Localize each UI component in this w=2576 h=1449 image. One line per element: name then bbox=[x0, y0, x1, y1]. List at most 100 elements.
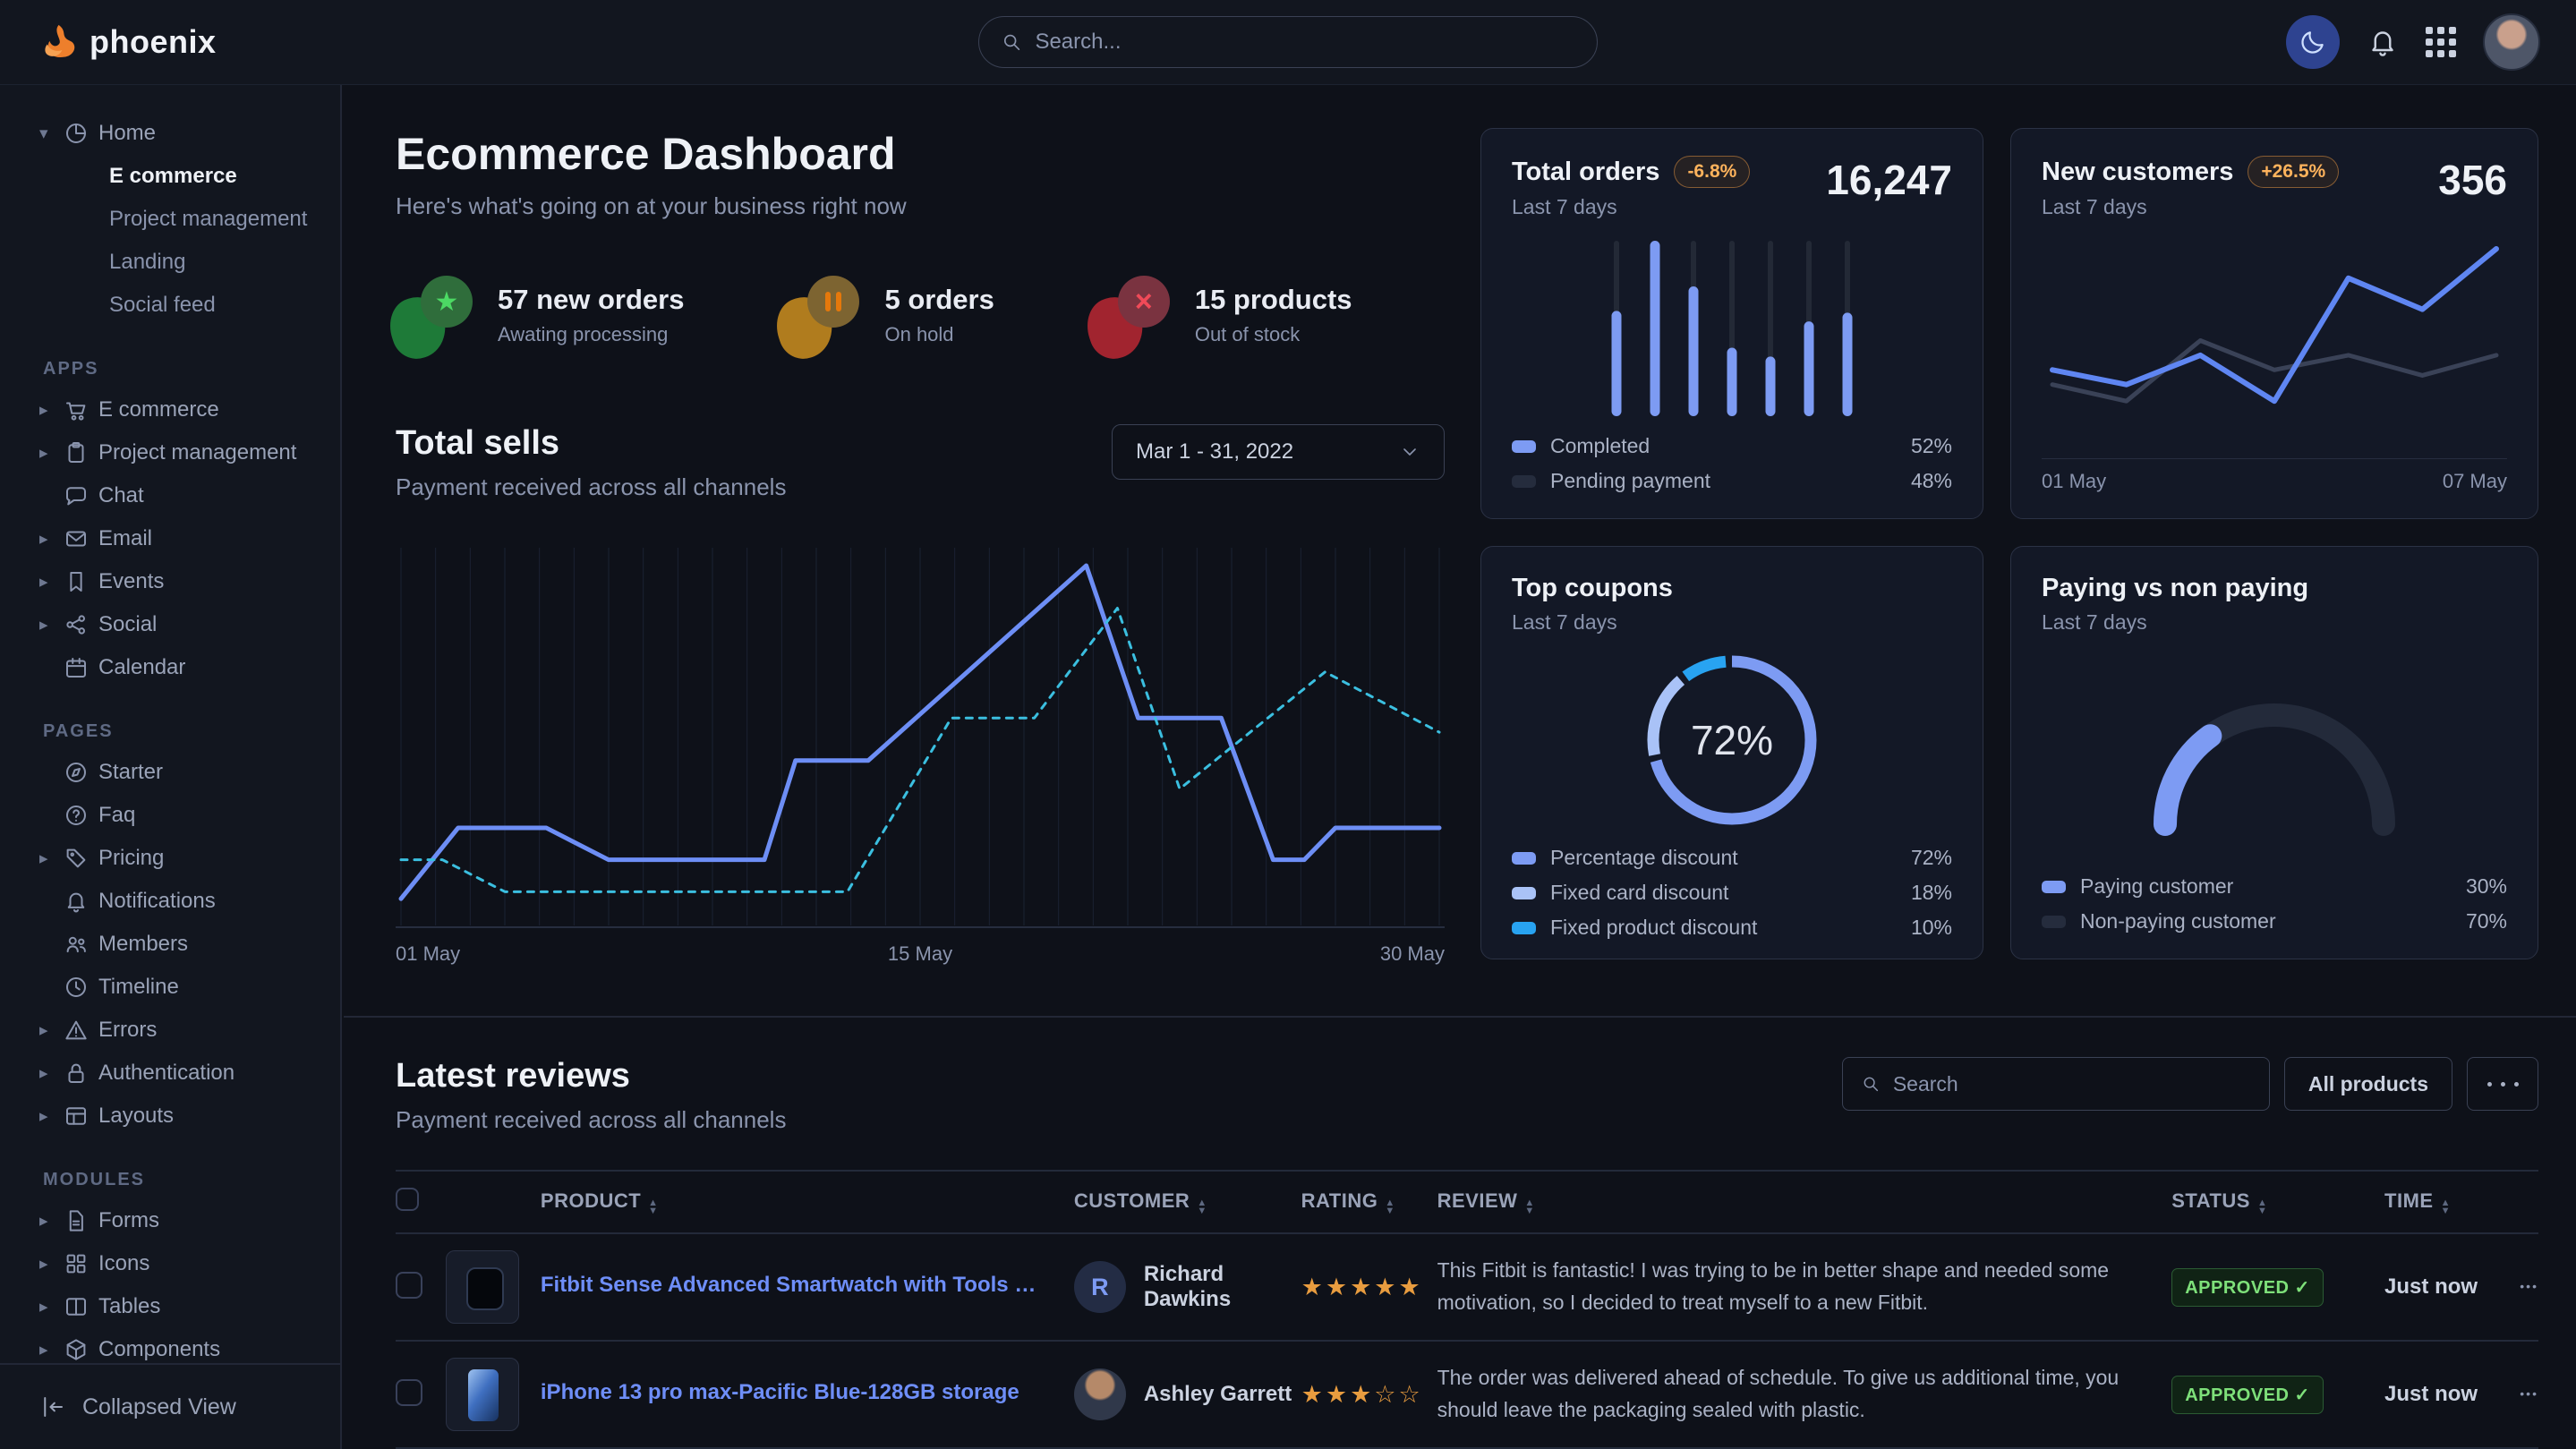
caret-right-icon: ▸ bbox=[39, 1254, 63, 1274]
reviews-search[interactable] bbox=[1842, 1057, 2270, 1111]
sidebar-item-timeline[interactable]: Timeline bbox=[0, 966, 340, 1009]
legend-row: Pending payment48% bbox=[1512, 469, 1952, 493]
legend-swatch bbox=[1512, 475, 1536, 488]
moon-icon bbox=[2299, 29, 2326, 55]
date-range-select[interactable]: Mar 1 - 31, 2022 bbox=[1112, 424, 1445, 480]
x-tick-label: 07 May bbox=[2443, 470, 2507, 493]
row-checkbox[interactable] bbox=[396, 1379, 422, 1406]
search-icon bbox=[1001, 30, 1022, 54]
sidebar-item-email[interactable]: ▸Email bbox=[0, 517, 340, 560]
clipboard-icon bbox=[63, 439, 90, 466]
page-title: Ecommerce Dashboard bbox=[396, 128, 1445, 180]
pause-icon bbox=[807, 276, 859, 328]
sort-icon: ▲▼ bbox=[648, 1199, 658, 1215]
row-menu-icon[interactable]: ••• bbox=[2520, 1386, 2538, 1401]
sidebar-item-notifications[interactable]: Notifications bbox=[0, 880, 340, 923]
section-divider bbox=[344, 1016, 2576, 1018]
legend-swatch bbox=[1512, 922, 1536, 934]
sidebar-item-events[interactable]: ▸Events bbox=[0, 560, 340, 603]
x-tick-label: 30 May bbox=[1380, 942, 1445, 966]
apps-grid-icon[interactable] bbox=[2426, 27, 2456, 57]
email-icon bbox=[63, 525, 90, 552]
sidebar-subitem-social-feed[interactable]: Social feed bbox=[0, 284, 340, 327]
sidebar-subitem-e-commerce[interactable]: E commerce bbox=[0, 155, 340, 198]
sidebar-subitem-landing[interactable]: Landing bbox=[0, 241, 340, 284]
legend-value: 70% bbox=[2466, 909, 2507, 933]
sidebar-item-social[interactable]: ▸Social bbox=[0, 603, 340, 646]
warning-icon bbox=[63, 1017, 90, 1044]
column-header-status[interactable]: STATUS▲▼ bbox=[2171, 1171, 2384, 1233]
sidebar-item-layouts[interactable]: ▸Layouts bbox=[0, 1095, 340, 1138]
product-link[interactable]: iPhone 13 pro max-Pacific Blue-128GB sto… bbox=[541, 1380, 1019, 1405]
latest-reviews-section: Latest reviews Payment received across a… bbox=[396, 1057, 2538, 1449]
caret-right-icon: ▸ bbox=[39, 1106, 63, 1127]
sidebar-item-label: Forms bbox=[98, 1208, 159, 1233]
sidebar-item-tables[interactable]: ▸Tables bbox=[0, 1285, 340, 1328]
column-header-rating[interactable]: RATING▲▼ bbox=[1301, 1171, 1437, 1233]
legend-swatch bbox=[1512, 852, 1536, 865]
legend-swatch bbox=[1512, 887, 1536, 899]
sidebar-item-e-commerce[interactable]: ▸E commerce bbox=[0, 388, 340, 431]
sidebar-subitem-project-management[interactable]: Project management bbox=[0, 198, 340, 241]
search-input[interactable] bbox=[1035, 30, 1575, 55]
sidebar-item-calendar[interactable]: Calendar bbox=[0, 646, 340, 689]
new-customers-card: New customers +26.5% Last 7 days 356 01 … bbox=[2010, 128, 2538, 519]
sidebar-item-project-management[interactable]: ▸Project management bbox=[0, 431, 340, 474]
column-header-time[interactable]: TIME▲▼ bbox=[2384, 1171, 2501, 1233]
sidebar-item-members[interactable]: Members bbox=[0, 923, 340, 966]
top-coupons-donut-chart: 72% bbox=[1512, 635, 1952, 846]
brand[interactable]: phoenix bbox=[36, 21, 217, 63]
bell-icon[interactable] bbox=[2367, 26, 2399, 58]
caret-right-icon: ▸ bbox=[39, 1063, 63, 1084]
new-customers-title: New customers bbox=[2042, 158, 2233, 187]
sidebar-nav: ▾HomeE commerceProject managementLanding… bbox=[0, 85, 340, 1363]
select-all-checkbox[interactable] bbox=[396, 1188, 419, 1211]
top-coupons-legend: Percentage discount72%Fixed card discoun… bbox=[1512, 846, 1952, 940]
top-coupons-period: Last 7 days bbox=[1512, 610, 1673, 635]
kpi-card-grid: Total orders -6.8% Last 7 days 16,247 Co… bbox=[1480, 128, 2538, 969]
top-navbar: phoenix bbox=[0, 0, 2576, 85]
reviews-menu-button[interactable] bbox=[2467, 1057, 2538, 1111]
sidebar-item-starter[interactable]: Starter bbox=[0, 751, 340, 794]
customer-name: Richard Dawkins bbox=[1144, 1262, 1301, 1312]
caret-down-icon: ▾ bbox=[39, 124, 63, 144]
total-sells-subtitle: Payment received across all channels bbox=[396, 473, 786, 501]
bell-icon bbox=[63, 888, 90, 915]
collapse-icon bbox=[39, 1394, 66, 1420]
collapse-view-button[interactable]: Collapsed View bbox=[0, 1363, 340, 1449]
product-link[interactable]: Fitbit Sense Advanced Smartwatch with To… bbox=[541, 1273, 1042, 1298]
sidebar-item-components[interactable]: ▸Components bbox=[0, 1328, 340, 1363]
global-search[interactable] bbox=[978, 16, 1598, 68]
column-header-customer[interactable]: CUSTOMER▲▼ bbox=[1074, 1171, 1301, 1233]
sidebar-item-label: Faq bbox=[98, 803, 135, 828]
column-header-product[interactable]: PRODUCT▲▼ bbox=[541, 1171, 1074, 1233]
users-icon bbox=[63, 931, 90, 958]
caret-right-icon: ▸ bbox=[39, 1211, 63, 1232]
page-subtitle: Here's what's going on at your business … bbox=[396, 192, 1445, 220]
reviews-table: PRODUCT▲▼CUSTOMER▲▼RATING▲▼REVIEW▲▼STATU… bbox=[396, 1170, 2538, 1449]
customer-cell: Ashley Garrett bbox=[1074, 1368, 1301, 1420]
sidebar-item-errors[interactable]: ▸Errors bbox=[0, 1009, 340, 1052]
total-orders-badge: -6.8% bbox=[1674, 156, 1750, 188]
customer-name: Ashley Garrett bbox=[1144, 1382, 1292, 1407]
table-row: iPhone 13 pro max-Pacific Blue-128GB sto… bbox=[396, 1341, 2538, 1448]
sidebar-item-pricing[interactable]: ▸Pricing bbox=[0, 837, 340, 880]
sidebar-item-home[interactable]: ▾Home bbox=[0, 112, 340, 155]
row-checkbox[interactable] bbox=[396, 1272, 422, 1299]
user-avatar[interactable] bbox=[2483, 13, 2540, 71]
sidebar-item-icons[interactable]: ▸Icons bbox=[0, 1242, 340, 1285]
sidebar-item-authentication[interactable]: ▸Authentication bbox=[0, 1052, 340, 1095]
column-header-review[interactable]: REVIEW▲▼ bbox=[1437, 1171, 2172, 1233]
sidebar-item-forms[interactable]: ▸ Forms bbox=[0, 1199, 340, 1242]
sidebar-item-chat[interactable]: Chat bbox=[0, 474, 340, 517]
sidebar-item-faq[interactable]: Faq bbox=[0, 794, 340, 837]
all-products-button[interactable]: All products bbox=[2284, 1057, 2452, 1111]
row-menu-icon[interactable]: ••• bbox=[2520, 1279, 2538, 1293]
x-icon: × bbox=[1118, 276, 1170, 328]
stat-label: On hold bbox=[884, 323, 994, 346]
theme-toggle-button[interactable] bbox=[2286, 15, 2340, 69]
x-tick-label: 01 May bbox=[2042, 470, 2106, 493]
reviews-search-input[interactable] bbox=[1893, 1072, 2251, 1096]
clock-icon bbox=[63, 974, 90, 1001]
caret-right-icon: ▸ bbox=[39, 443, 63, 464]
